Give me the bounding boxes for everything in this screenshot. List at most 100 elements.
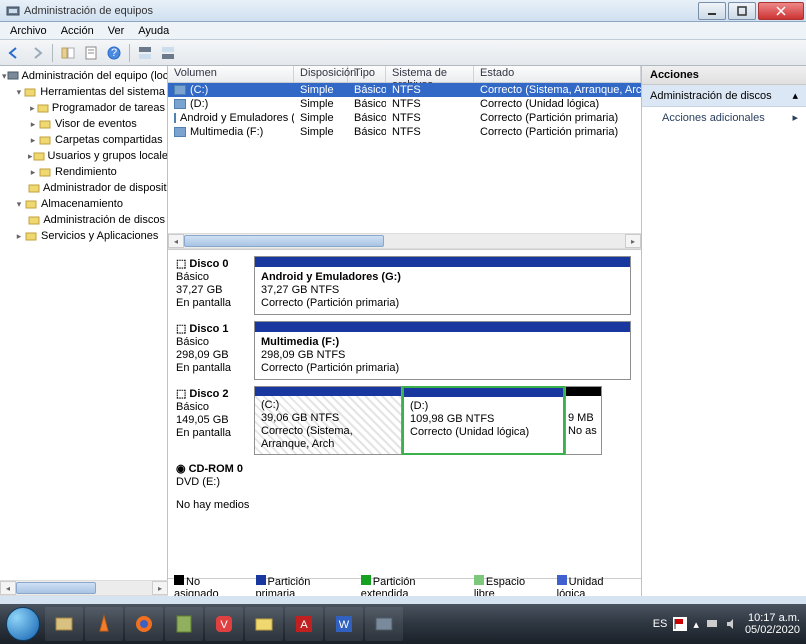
table-row[interactable]: (C:)SimpleBásicoNTFSCorrecto (Sistema, A… <box>168 83 641 97</box>
tray-clock[interactable]: 10:17 a.m. 05/02/2020 <box>745 612 800 636</box>
tree-item[interactable]: ▸ Carpetas compartidas <box>0 132 167 148</box>
disk-type: Básico <box>176 271 250 284</box>
disk-state: En pantalla <box>176 297 250 310</box>
table-row[interactable]: (D:)SimpleBásicoNTFSCorrecto (Unidad lóg… <box>168 97 641 111</box>
disk-0-partition[interactable]: Android y Emuladores (G:) 37,27 GB NTFS … <box>254 256 631 315</box>
col-volumen[interactable]: Volumen <box>168 66 294 82</box>
tree-root[interactable]: ▾ Administración del equipo (local) <box>0 68 167 84</box>
maximize-button[interactable] <box>728 2 756 20</box>
tree-item[interactable]: Administración de discos <box>0 212 167 228</box>
col-estado[interactable]: Estado <box>474 66 641 82</box>
table-row[interactable]: Multimedia (F:)SimpleBásicoNTFSCorrecto … <box>168 125 641 139</box>
disk-2-part-c[interactable]: (C:) 39,06 GB NTFS Correcto (Sistema, Ar… <box>254 386 402 455</box>
tray-chevron-icon[interactable]: ▴ <box>693 618 699 631</box>
menu-bar: Archivo Acción Ver Ayuda <box>0 22 806 40</box>
grid-header: Volumen Disposición Tipo Sistema de arch… <box>168 66 641 83</box>
col-disposicion[interactable]: Disposición <box>294 66 348 82</box>
tree-hscroll[interactable]: ◂ ▸ <box>0 580 168 596</box>
partition-name: Android y Emuladores (G:) <box>261 271 624 284</box>
table-row[interactable]: Android y Emuladores (G:)SimpleBásicoNTF… <box>168 111 641 125</box>
disk-state: En pantalla <box>176 427 250 440</box>
scroll-track[interactable] <box>184 234 625 248</box>
tray-lang[interactable]: ES <box>653 618 668 630</box>
taskbar-app-vivaldi[interactable]: V <box>205 607 243 641</box>
tree-item[interactable]: ▾Herramientas del sistema <box>0 84 167 100</box>
tree-item[interactable]: ▸Rendimiento <box>0 164 167 180</box>
volume-icon <box>174 99 186 109</box>
expand-icon[interactable]: ▾ <box>14 87 24 98</box>
scroll-left-button[interactable]: ◂ <box>0 581 16 595</box>
chevron-right-icon: ▸ <box>792 111 798 124</box>
tray-volume-icon[interactable] <box>725 617 739 631</box>
scroll-track[interactable] <box>16 581 152 595</box>
taskbar-app-firefox[interactable] <box>125 607 163 641</box>
expand-icon[interactable]: ▸ <box>28 135 38 146</box>
expand-icon[interactable]: ▾ <box>14 199 24 210</box>
disk-2-part-unalloc[interactable]: 9 MB No as <box>565 386 602 455</box>
tree-item[interactable]: ▸Programador de tareas <box>0 100 167 116</box>
cdrom-0[interactable]: ◉CD-ROM 0 DVD (E:) No hay medios <box>172 461 631 514</box>
tray-flag-icon[interactable] <box>673 617 687 631</box>
view-top-button[interactable] <box>135 43 155 63</box>
system-tray[interactable]: ES ▴ 10:17 a.m. 05/02/2020 <box>653 612 804 636</box>
start-button[interactable] <box>2 605 44 643</box>
taskbar-app-explorer[interactable] <box>245 607 283 641</box>
scroll-left-button[interactable]: ◂ <box>168 234 184 248</box>
cell-estado: Correcto (Unidad lógica) <box>474 98 641 110</box>
actions-more[interactable]: Acciones adicionales ▸ <box>642 107 806 128</box>
tree-item[interactable]: ▾Almacenamiento <box>0 196 167 212</box>
expand-icon[interactable]: ▸ <box>28 103 37 114</box>
scroll-thumb[interactable] <box>16 582 96 594</box>
forward-button[interactable] <box>27 43 47 63</box>
taskbar-app-word[interactable]: W <box>325 607 363 641</box>
grid-body[interactable]: (C:)SimpleBásicoNTFSCorrecto (Sistema, A… <box>168 83 641 233</box>
taskbar-app-mmc[interactable] <box>365 607 403 641</box>
help-button[interactable]: ? <box>104 43 124 63</box>
menu-ver[interactable]: Ver <box>102 24 131 38</box>
taskbar-app-1[interactable] <box>45 607 83 641</box>
grid-hscroll[interactable]: ◂ ▸ <box>168 233 641 249</box>
svg-text:A: A <box>300 619 308 631</box>
nav-tree[interactable]: ▾ Administración del equipo (local) ▾Her… <box>0 66 168 596</box>
collapse-icon[interactable]: ▴ <box>792 89 798 102</box>
expand-icon[interactable]: ▸ <box>14 231 24 242</box>
taskbar[interactable]: V A W ES ▴ 10:17 a.m. 05/02/2020 <box>0 604 806 644</box>
disk-diagram-area[interactable]: ⬚Disco 0 Básico 37,27 GB En pantalla And… <box>168 249 641 578</box>
taskbar-app-notepadpp[interactable] <box>165 607 203 641</box>
folder-icon <box>38 117 52 131</box>
col-tipo[interactable]: Tipo <box>348 66 386 82</box>
tree-label: Carpetas compartidas <box>55 134 163 146</box>
tree-item[interactable]: ▸Servicios y Aplicaciones <box>0 228 167 244</box>
tree-item[interactable]: ▸Visor de eventos <box>0 116 167 132</box>
taskbar-app-adobe[interactable]: A <box>285 607 323 641</box>
minimize-button[interactable] <box>698 2 726 20</box>
scroll-right-button[interactable]: ▸ <box>625 234 641 248</box>
menu-ayuda[interactable]: Ayuda <box>132 24 175 38</box>
tray-network-icon[interactable] <box>705 617 719 631</box>
view-bottom-button[interactable] <box>158 43 178 63</box>
col-sistema[interactable]: Sistema de archivos <box>386 66 474 82</box>
properties-button[interactable] <box>81 43 101 63</box>
scroll-right-button[interactable]: ▸ <box>152 581 168 595</box>
close-button[interactable] <box>758 2 804 20</box>
show-hide-tree-button[interactable] <box>58 43 78 63</box>
cell-vol: (C:) <box>190 84 208 96</box>
menu-archivo[interactable]: Archivo <box>4 24 53 38</box>
disk-2-part-d[interactable]: (D:) 109,98 GB NTFS Correcto (Unidad lóg… <box>402 386 565 455</box>
expand-icon[interactable]: ▸ <box>28 167 38 178</box>
menu-accion[interactable]: Acción <box>55 24 100 38</box>
disk-2-header: ⬚Disco 2 Básico 149,05 GB En pantalla <box>172 386 254 455</box>
scroll-thumb[interactable] <box>184 235 384 247</box>
expand-icon[interactable]: ▸ <box>28 119 38 130</box>
tree-item[interactable]: ▸Usuarios y grupos locales <box>0 148 167 164</box>
disk-1[interactable]: ⬚Disco 1 Básico 298,09 GB En pantalla Mu… <box>172 321 631 380</box>
taskbar-app-vlc[interactable] <box>85 607 123 641</box>
disk-2[interactable]: ⬚Disco 2 Básico 149,05 GB En pantalla (C… <box>172 386 631 455</box>
tree-item[interactable]: Administrador de dispositivos <box>0 180 167 196</box>
disk-0[interactable]: ⬚Disco 0 Básico 37,27 GB En pantalla And… <box>172 256 631 315</box>
back-button[interactable] <box>4 43 24 63</box>
disk-type: Básico <box>176 401 250 414</box>
actions-selected[interactable]: Administración de discos ▴ <box>642 85 806 107</box>
disk-1-partition[interactable]: Multimedia (F:) 298,09 GB NTFS Correcto … <box>254 321 631 380</box>
svg-text:?: ? <box>111 47 117 59</box>
